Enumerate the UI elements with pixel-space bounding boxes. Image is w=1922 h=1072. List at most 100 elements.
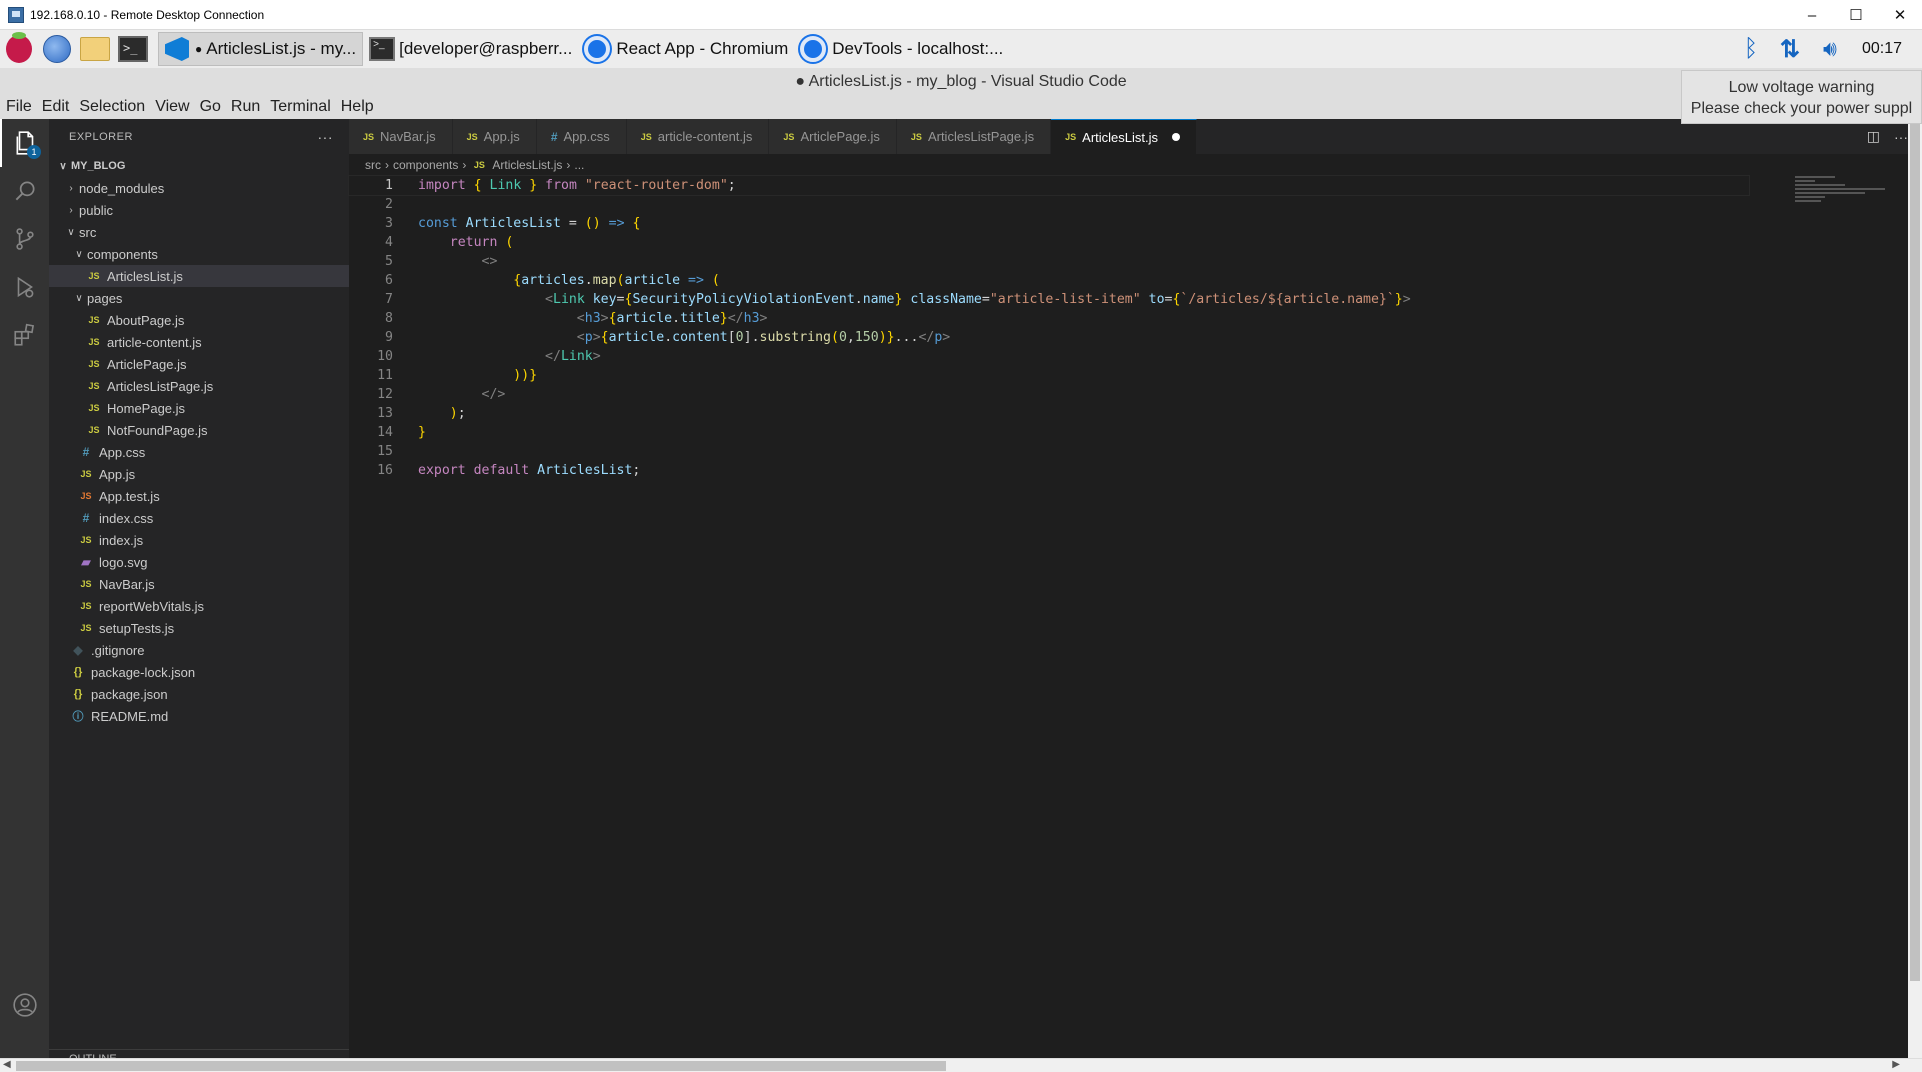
file-item[interactable]: # App.css [49, 441, 349, 463]
minimap[interactable] [1795, 176, 1905, 216]
rdp-vertical-thumb[interactable] [1910, 121, 1920, 981]
run-debug-activity[interactable] [0, 263, 49, 311]
menu-go[interactable]: Go [200, 98, 221, 116]
raspberry-menu-button[interactable] [0, 30, 38, 68]
code-line[interactable]: 4 return ( [349, 233, 1749, 252]
code-line[interactable]: 1 import { Link } from "react-router-dom"… [348, 175, 1750, 196]
code-line[interactable]: 8 <h3>{article.title}</h3> [349, 309, 1749, 328]
workspace-root[interactable]: ∨ MY_BLOG [49, 155, 349, 177]
menu-selection[interactable]: Selection [79, 98, 145, 116]
file-item[interactable]: JS reportWebVitals.js [49, 595, 349, 617]
file-item[interactable]: ▰ logo.svg [49, 551, 349, 573]
extensions-icon [13, 323, 34, 346]
bluetooth-icon[interactable]: ᛒ [1732, 35, 1770, 63]
explorer-activity[interactable]: 1 [0, 119, 49, 167]
menu-view[interactable]: View [155, 98, 189, 116]
close-button[interactable]: ✕ [1878, 0, 1922, 30]
tab-label: ArticlesList.js [1082, 129, 1159, 145]
network-icon[interactable]: ⇅ [1770, 35, 1810, 64]
source-control-activity[interactable] [0, 215, 49, 263]
folder-item[interactable]: ∨ pages [49, 287, 349, 309]
taskbar-task[interactable]: React App - Chromium [578, 32, 794, 66]
editor-tab[interactable]: JS App.js [452, 119, 537, 154]
breadcrumb-item[interactable]: ArticlesList.js [492, 158, 562, 172]
file-item[interactable]: JS App.js [49, 463, 349, 485]
terminal-launcher[interactable]: >_ [114, 30, 152, 68]
file-item[interactable]: JS NavBar.js [49, 573, 349, 595]
file-item[interactable]: JS setupTests.js [49, 617, 349, 639]
menu-edit[interactable]: Edit [42, 98, 70, 116]
code-line[interactable]: 13 ); [349, 404, 1749, 423]
code-editor[interactable]: 1 import { Link } from "react-router-dom"… [348, 175, 1750, 1036]
browser-launcher[interactable] [38, 30, 76, 68]
code-line[interactable]: 15 [349, 442, 1749, 461]
breadcrumb-item[interactable]: ... [574, 158, 584, 172]
file-item[interactable]: JS index.js [49, 529, 349, 551]
volume-icon[interactable]: 🔊︎ [1810, 36, 1850, 62]
accounts-activity[interactable] [0, 981, 49, 1029]
menu-help[interactable]: Help [341, 98, 374, 116]
file-item[interactable]: JS AboutPage.js [49, 309, 349, 331]
file-item[interactable]: {} package.json [49, 683, 349, 705]
code-line[interactable]: 5 <> [349, 252, 1749, 271]
editor-tab[interactable]: JS ArticlesListPage.js [896, 119, 1052, 154]
code-line[interactable]: 12 </> [349, 385, 1749, 404]
file-item[interactable]: JS ArticlesListPage.js [49, 375, 349, 397]
folder-item[interactable]: ∨ components [49, 243, 349, 265]
file-item[interactable]: {} package-lock.json [49, 661, 349, 683]
code-line[interactable]: 9 <p>{article.content[0].substring(0,150… [349, 328, 1749, 347]
js-file-icon: JS [466, 131, 478, 142]
code-line[interactable]: 10 </Link> [349, 347, 1749, 366]
taskbar-task[interactable]: >_ [developer@raspberr... [363, 32, 578, 66]
minimize-button[interactable]: – [1790, 0, 1834, 30]
line-number: 14 [377, 425, 393, 440]
unsaved-dot-icon[interactable] [1172, 133, 1181, 141]
code-line[interactable]: 3 const ArticlesList = () => { [349, 214, 1749, 233]
scroll-left-icon[interactable]: ◀ [3, 1059, 11, 1070]
clock[interactable]: 00:17 [1850, 40, 1922, 58]
editor-tab[interactable]: # App.css [536, 119, 627, 154]
code-line[interactable]: 6 {articles.map(article => ( [349, 271, 1749, 290]
code-line[interactable]: 14} [349, 423, 1749, 442]
breadcrumb-item[interactable]: src [365, 158, 381, 172]
editor-more-icon[interactable]: ··· [1894, 129, 1908, 145]
file-item[interactable]: JS ArticlePage.js [49, 353, 349, 375]
extensions-activity[interactable] [0, 311, 49, 359]
taskbar-task[interactable]: ● ArticlesList.js - my... [158, 32, 364, 66]
menu-file[interactable]: File [6, 98, 32, 116]
rdp-vertical-scrollbar[interactable] [1908, 119, 1922, 1058]
menu-terminal[interactable]: Terminal [270, 98, 330, 116]
code-line[interactable]: 2 [349, 195, 1749, 214]
file-manager-launcher[interactable] [76, 30, 114, 68]
menu-run[interactable]: Run [231, 98, 260, 116]
folder-item[interactable]: ∨ src [49, 221, 349, 243]
file-item[interactable]: JS ArticlesList.js [49, 265, 349, 287]
scroll-right-icon[interactable]: ▶ [1892, 1059, 1900, 1070]
code-line[interactable]: 16 export default ArticlesList; [349, 461, 1749, 480]
code-line[interactable]: 11 ))} [349, 366, 1749, 385]
editor-tab[interactable]: JS ArticlePage.js [769, 119, 897, 154]
file-item[interactable]: JS article-content.js [49, 331, 349, 353]
file-item[interactable]: ◆ .gitignore [49, 639, 349, 661]
file-item[interactable]: JS NotFoundPage.js [49, 419, 349, 441]
editor-tab[interactable]: JS article-content.js [626, 119, 770, 154]
editor-tab[interactable]: JS NavBar.js [349, 119, 453, 154]
rdp-horizontal-thumb[interactable] [16, 1061, 946, 1071]
editor-tab[interactable]: JS ArticlesList.js [1051, 119, 1198, 154]
folder-item[interactable]: › node_modules [49, 177, 349, 199]
file-item[interactable]: ⓘ README.md [49, 705, 349, 727]
split-editor-icon[interactable]: ◫ [1867, 128, 1880, 145]
breadcrumb-item[interactable]: components [393, 158, 458, 172]
rdp-horizontal-scrollbar[interactable]: ◀ ▶ [0, 1058, 1922, 1072]
file-item[interactable]: JS App.test.js [49, 485, 349, 507]
file-item[interactable]: JS HomePage.js [49, 397, 349, 419]
tree-item-label: HomePage.js [107, 400, 186, 416]
code-line[interactable]: 7 <Link key={SecurityPolicyViolationEven… [349, 290, 1749, 309]
more-actions-icon[interactable]: ··· [318, 129, 334, 145]
file-item[interactable]: # index.css [49, 507, 349, 529]
maximize-button[interactable]: ☐ [1834, 0, 1878, 30]
folder-item[interactable]: › public [49, 199, 349, 221]
search-activity[interactable] [0, 167, 49, 215]
taskbar-task[interactable]: DevTools - localhost:... [794, 32, 1009, 66]
js-file-icon: JS [910, 131, 922, 142]
